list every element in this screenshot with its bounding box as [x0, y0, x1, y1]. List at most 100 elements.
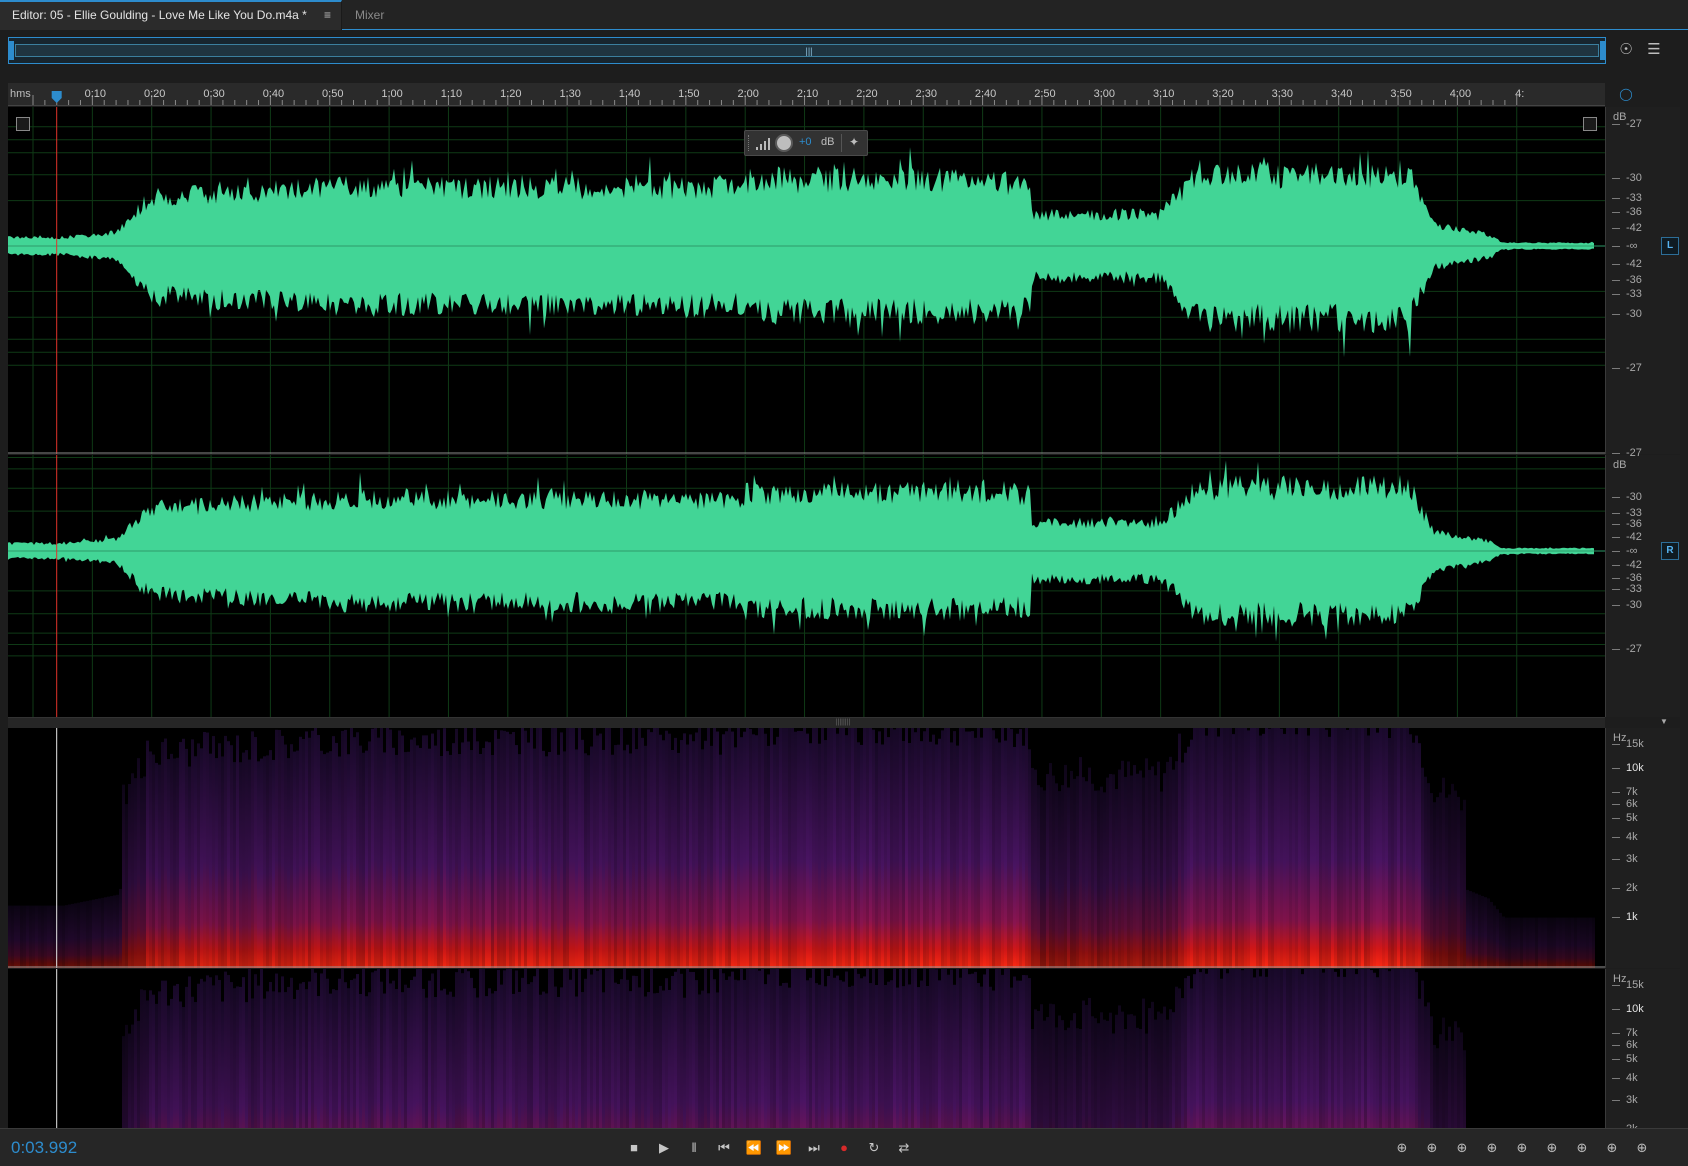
time-display[interactable]: 0:03.992	[11, 1138, 77, 1158]
spectrogram-column	[887, 737, 890, 968]
stop-icon[interactable]: ■	[623, 1137, 645, 1159]
zoom-in-at-end-icon[interactable]: ⊕	[1570, 1137, 1594, 1159]
spectrogram-column	[1055, 783, 1058, 968]
spectrogram-column	[740, 737, 743, 968]
spectrogram-column	[1277, 728, 1280, 968]
spectrogram-column	[773, 744, 776, 968]
zoom-in-time-icon[interactable]: ⊕	[1450, 1137, 1474, 1159]
overview-grip-icon[interactable]: |||	[804, 44, 814, 58]
skip-selection-icon[interactable]: ⇄	[893, 1137, 915, 1159]
spectrogram-column	[677, 752, 680, 968]
spectrogram-column	[1004, 740, 1007, 968]
spectrogram-column	[1289, 728, 1292, 968]
hamburger-icon[interactable]: ≡	[324, 2, 331, 28]
fade-in-handle-icon[interactable]	[16, 117, 30, 131]
headphones-icon[interactable]: ◯	[1618, 86, 1634, 102]
spectrogram-column	[119, 888, 122, 968]
fast-forward-icon[interactable]: ⏩	[773, 1137, 795, 1159]
spectrogram-column	[752, 734, 755, 968]
tab-editor[interactable]: Editor: 05 - Ellie Goulding - Love Me Li…	[0, 0, 342, 30]
zoom-in-at-start-icon[interactable]: ⊕	[1540, 1137, 1564, 1159]
playhead-marker[interactable]	[51, 91, 62, 103]
spectrogram-column	[1541, 917, 1544, 968]
tab-mixer[interactable]: Mixer	[343, 0, 396, 30]
spectrogram-column	[1337, 728, 1340, 968]
spectrogram-column	[710, 745, 713, 968]
zoom-out-full-icon[interactable]: ⊕	[1510, 1137, 1534, 1159]
frequency-scale-left[interactable]: Hz 15k 10k 7k 6k 5k 4k 3k 2k 1k	[1605, 728, 1680, 968]
play-icon[interactable]: ▶	[653, 1137, 675, 1159]
go-to-end-icon[interactable]: ⏭	[803, 1137, 825, 1159]
record-icon[interactable]: ●	[833, 1137, 855, 1159]
divider-grip-icon[interactable]: ||||||||	[830, 719, 856, 726]
zoom-navigator-icon[interactable]: ☉	[1616, 40, 1636, 60]
overview-left-handle[interactable]	[9, 41, 14, 60]
loop-playback-icon[interactable]: ↻	[863, 1137, 885, 1159]
channel-right-badge[interactable]: R	[1661, 542, 1679, 560]
waveform-right-channel[interactable]	[8, 455, 1605, 717]
ruler-label: 1:30	[559, 88, 580, 100]
spectrogram-column	[1400, 728, 1403, 968]
fade-out-handle-icon[interactable]	[1583, 117, 1597, 131]
volume-knob[interactable]	[775, 134, 793, 152]
view-divider[interactable]: ||||||||	[8, 717, 1605, 728]
spectrogram-column	[725, 731, 728, 968]
amplitude-hud[interactable]: +0 dB ✦	[744, 130, 868, 156]
spectrogram-column	[854, 728, 857, 968]
spectrogram-left-channel[interactable]	[8, 728, 1605, 968]
spectrogram-column	[554, 728, 557, 968]
spectrogram-column	[257, 761, 260, 968]
spectrogram-column	[1556, 917, 1559, 968]
spectrogram-column	[1280, 728, 1283, 968]
overview-navigator[interactable]: |||	[8, 37, 1606, 64]
zoom-out-amplitude-icon[interactable]: ⊕	[1420, 1137, 1444, 1159]
spectrogram-column	[1508, 917, 1511, 968]
amplitude-scale-left[interactable]: dB -27 -30 -33 -36 -42 -∞ -42 -36 -33 -30 -27 L	[1605, 107, 1680, 454]
spectrogram-column	[461, 742, 464, 968]
spectrogram-column	[1040, 787, 1043, 968]
pause-icon[interactable]: ‖	[683, 1137, 705, 1159]
spectrogram-column	[1205, 735, 1208, 968]
hud-grip-icon[interactable]	[748, 135, 751, 151]
zoom-in-amplitude-icon[interactable]: ⊕	[1390, 1137, 1414, 1159]
time-ruler[interactable]: hms 0:10 0:20 0:30 0:40 0:50 1:00 1:10 1:20 1:30 1…	[8, 83, 1605, 106]
spectrogram-column	[647, 729, 650, 968]
waveform-left-channel[interactable]	[8, 107, 1605, 454]
ruler-label: 2:20	[856, 88, 877, 100]
spectrogram-column	[371, 728, 374, 968]
amplitude-tick: -33	[1612, 192, 1642, 204]
amplitude-scale-right[interactable]: dB -27 -30 -33 -36 -42 -∞ -42 -36 -33 -30 -27 R	[1605, 447, 1680, 717]
spectrogram-column	[1154, 775, 1157, 968]
spectrogram-column	[728, 728, 731, 968]
spectrogram-column	[1388, 737, 1391, 968]
spectrogram-column	[1268, 728, 1271, 968]
spectrogram-column	[185, 748, 188, 968]
panel-menu-icon[interactable]: ☰	[1644, 40, 1664, 60]
spectrogram-column	[974, 737, 977, 968]
zoom-selection-left-icon[interactable]: ⊕	[1630, 1137, 1654, 1159]
spectrogram-column	[920, 741, 923, 968]
spectrogram-column	[611, 754, 614, 968]
spectrogram-column	[860, 744, 863, 968]
overview-right-handle[interactable]	[1600, 41, 1605, 60]
ruler-label: 4:00	[1450, 88, 1471, 100]
spectrogram-column	[155, 762, 158, 968]
pin-icon[interactable]: ✦	[849, 135, 859, 149]
spectrogram-column	[1559, 917, 1562, 968]
ruler-label: 4:	[1515, 88, 1524, 100]
hud-value[interactable]: +0	[799, 136, 812, 148]
frequency-tick: 4k	[1612, 1072, 1638, 1084]
go-to-start-icon[interactable]: ⏮	[713, 1137, 735, 1159]
spectrogram-column	[1115, 789, 1118, 968]
spectrogram-column	[323, 754, 326, 968]
rewind-icon[interactable]: ⏪	[743, 1137, 765, 1159]
spectrogram-column	[452, 743, 455, 968]
spectrogram-column	[881, 744, 884, 968]
channel-left-badge[interactable]: L	[1661, 237, 1679, 255]
chevron-down-icon[interactable]: ▼	[1660, 717, 1668, 726]
zoom-to-selection-icon[interactable]: ⊕	[1600, 1137, 1624, 1159]
zoom-out-time-icon[interactable]: ⊕	[1480, 1137, 1504, 1159]
spectrogram-column	[1442, 777, 1445, 968]
spectrogram-column	[701, 749, 704, 968]
spectrogram-column	[1172, 769, 1175, 968]
